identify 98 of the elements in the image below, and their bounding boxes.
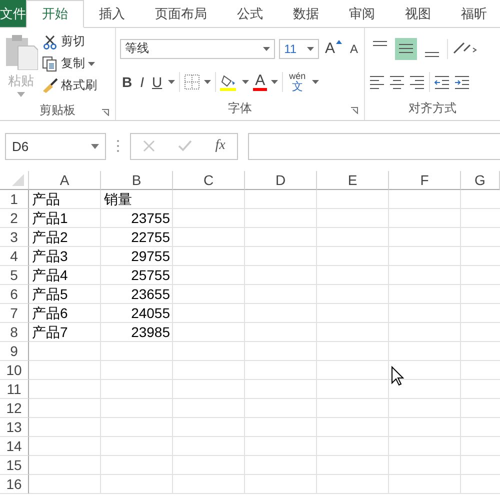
table-cell: 产品3 <box>32 248 68 264</box>
font-size-field[interactable]: 11 <box>279 38 319 58</box>
borders-icon[interactable] <box>184 74 200 90</box>
column-header[interactable]: F <box>389 171 461 190</box>
dialog-launcher-icon[interactable] <box>102 109 109 116</box>
copy-icon <box>42 56 58 72</box>
clipboard-icon <box>4 34 38 70</box>
caret-icon <box>242 80 250 84</box>
column-header[interactable]: E <box>317 171 389 190</box>
align-bottom-icon <box>425 52 439 56</box>
grip-icon <box>116 139 120 153</box>
decrease-indent-icon[interactable] <box>434 74 450 88</box>
caret-icon <box>312 80 319 84</box>
brush-icon <box>42 78 58 94</box>
table-cell: 23755 <box>131 210 170 226</box>
ribbon-tab[interactable]: 页面布局 <box>140 0 222 27</box>
align-top-icon <box>373 40 387 46</box>
row-header[interactable]: 12 <box>0 399 29 418</box>
ribbon-tab[interactable]: 插入 <box>84 0 140 27</box>
table-cell: 产品5 <box>32 286 68 302</box>
caret-icon <box>271 80 278 84</box>
increase-indent-icon[interactable] <box>454 74 470 88</box>
row-header[interactable]: 9 <box>0 342 29 361</box>
table-cell: 销量 <box>104 191 132 207</box>
ribbon-tab[interactable]: 福昕 <box>446 0 500 27</box>
column-header[interactable]: G <box>461 171 500 190</box>
row-header[interactable]: 6 <box>0 285 29 304</box>
row-header[interactable]: 1 <box>0 190 29 209</box>
insert-function-button[interactable]: fx <box>215 138 226 154</box>
table-cell: 24055 <box>131 305 170 321</box>
italic-button[interactable]: I <box>138 74 146 90</box>
underline-button[interactable]: U <box>150 74 164 90</box>
caret-icon <box>88 62 95 66</box>
font-name-field[interactable]: 等线 <box>120 38 276 58</box>
table-cell: 25755 <box>131 267 170 283</box>
font-color-button[interactable]: A <box>253 72 268 90</box>
row-header[interactable]: 2 <box>0 209 29 228</box>
table-cell: 29755 <box>131 248 170 264</box>
group-label: 字体 <box>228 100 252 116</box>
table-cell: 产品4 <box>32 267 68 283</box>
group-label: 剪贴板 <box>40 102 76 118</box>
caret-icon <box>17 92 25 97</box>
ribbon-tab[interactable]: 数据 <box>278 0 334 27</box>
column-header[interactable]: B <box>101 171 173 190</box>
mouse-pointer-icon <box>391 366 405 386</box>
check-icon[interactable] <box>178 140 192 152</box>
row-header[interactable]: 7 <box>0 304 29 323</box>
caret-icon <box>204 80 212 84</box>
vertical-align-button[interactable] <box>395 38 417 60</box>
file-tab[interactable]: 文件 <box>0 0 26 27</box>
formula-input[interactable] <box>248 132 500 160</box>
align-right-icon[interactable] <box>409 74 425 88</box>
align-center-icon[interactable] <box>389 74 405 88</box>
fill-color-icon[interactable] <box>220 72 238 90</box>
table-cell: 产品 <box>32 191 60 207</box>
group-label: 对齐方式 <box>408 100 456 116</box>
dialog-launcher-icon[interactable] <box>351 107 358 114</box>
scissors-icon <box>44 34 56 49</box>
table-cell: 23655 <box>131 286 170 302</box>
format-painter-button[interactable]: 格式刷 <box>42 76 97 95</box>
ribbon-tab[interactable]: 公式 <box>222 0 278 27</box>
ribbon-tab[interactable]: 视图 <box>390 0 446 27</box>
name-box[interactable]: D6 <box>5 132 106 160</box>
row-header[interactable]: 11 <box>0 380 29 399</box>
row-header[interactable]: 16 <box>0 475 29 494</box>
row-header[interactable]: 8 <box>0 323 29 342</box>
row-header[interactable]: 14 <box>0 437 29 456</box>
row-header[interactable]: 13 <box>0 418 29 437</box>
phonetic-guide-button[interactable]: wén 文 <box>287 70 308 92</box>
row-header[interactable]: 3 <box>0 228 29 247</box>
cut-button[interactable]: 剪切 <box>42 32 97 51</box>
column-header[interactable]: D <box>245 171 317 190</box>
ribbon-tab[interactable]: 开始 <box>26 0 84 28</box>
up-arrow-icon <box>336 40 342 44</box>
caret-icon <box>306 46 314 50</box>
align-left-icon[interactable] <box>369 74 385 88</box>
text-orientation-icon[interactable] <box>452 40 478 56</box>
ribbon-tab[interactable]: 审阅 <box>334 0 390 27</box>
bold-button[interactable]: B <box>120 74 134 90</box>
table-cell: 产品2 <box>32 229 68 245</box>
column-header[interactable]: C <box>173 171 245 190</box>
table-cell: 产品1 <box>32 210 68 226</box>
caret-icon <box>263 46 270 50</box>
caret-icon <box>91 144 99 148</box>
column-header[interactable]: A <box>29 171 101 190</box>
table-cell: 产品7 <box>32 324 68 340</box>
copy-button[interactable]: 复制 <box>42 54 97 73</box>
table-cell: 22755 <box>131 229 170 245</box>
align-middle-icon <box>399 44 413 53</box>
decrease-font-button[interactable]: A <box>348 42 360 56</box>
row-header[interactable]: 15 <box>0 456 29 475</box>
increase-font-button[interactable]: A <box>322 40 344 57</box>
row-header[interactable]: 10 <box>0 361 29 380</box>
table-cell: 23985 <box>131 324 170 340</box>
table-cell: 产品6 <box>32 305 68 321</box>
row-header[interactable]: 5 <box>0 266 29 285</box>
caret-icon <box>168 80 176 84</box>
row-header[interactable]: 4 <box>0 247 29 266</box>
